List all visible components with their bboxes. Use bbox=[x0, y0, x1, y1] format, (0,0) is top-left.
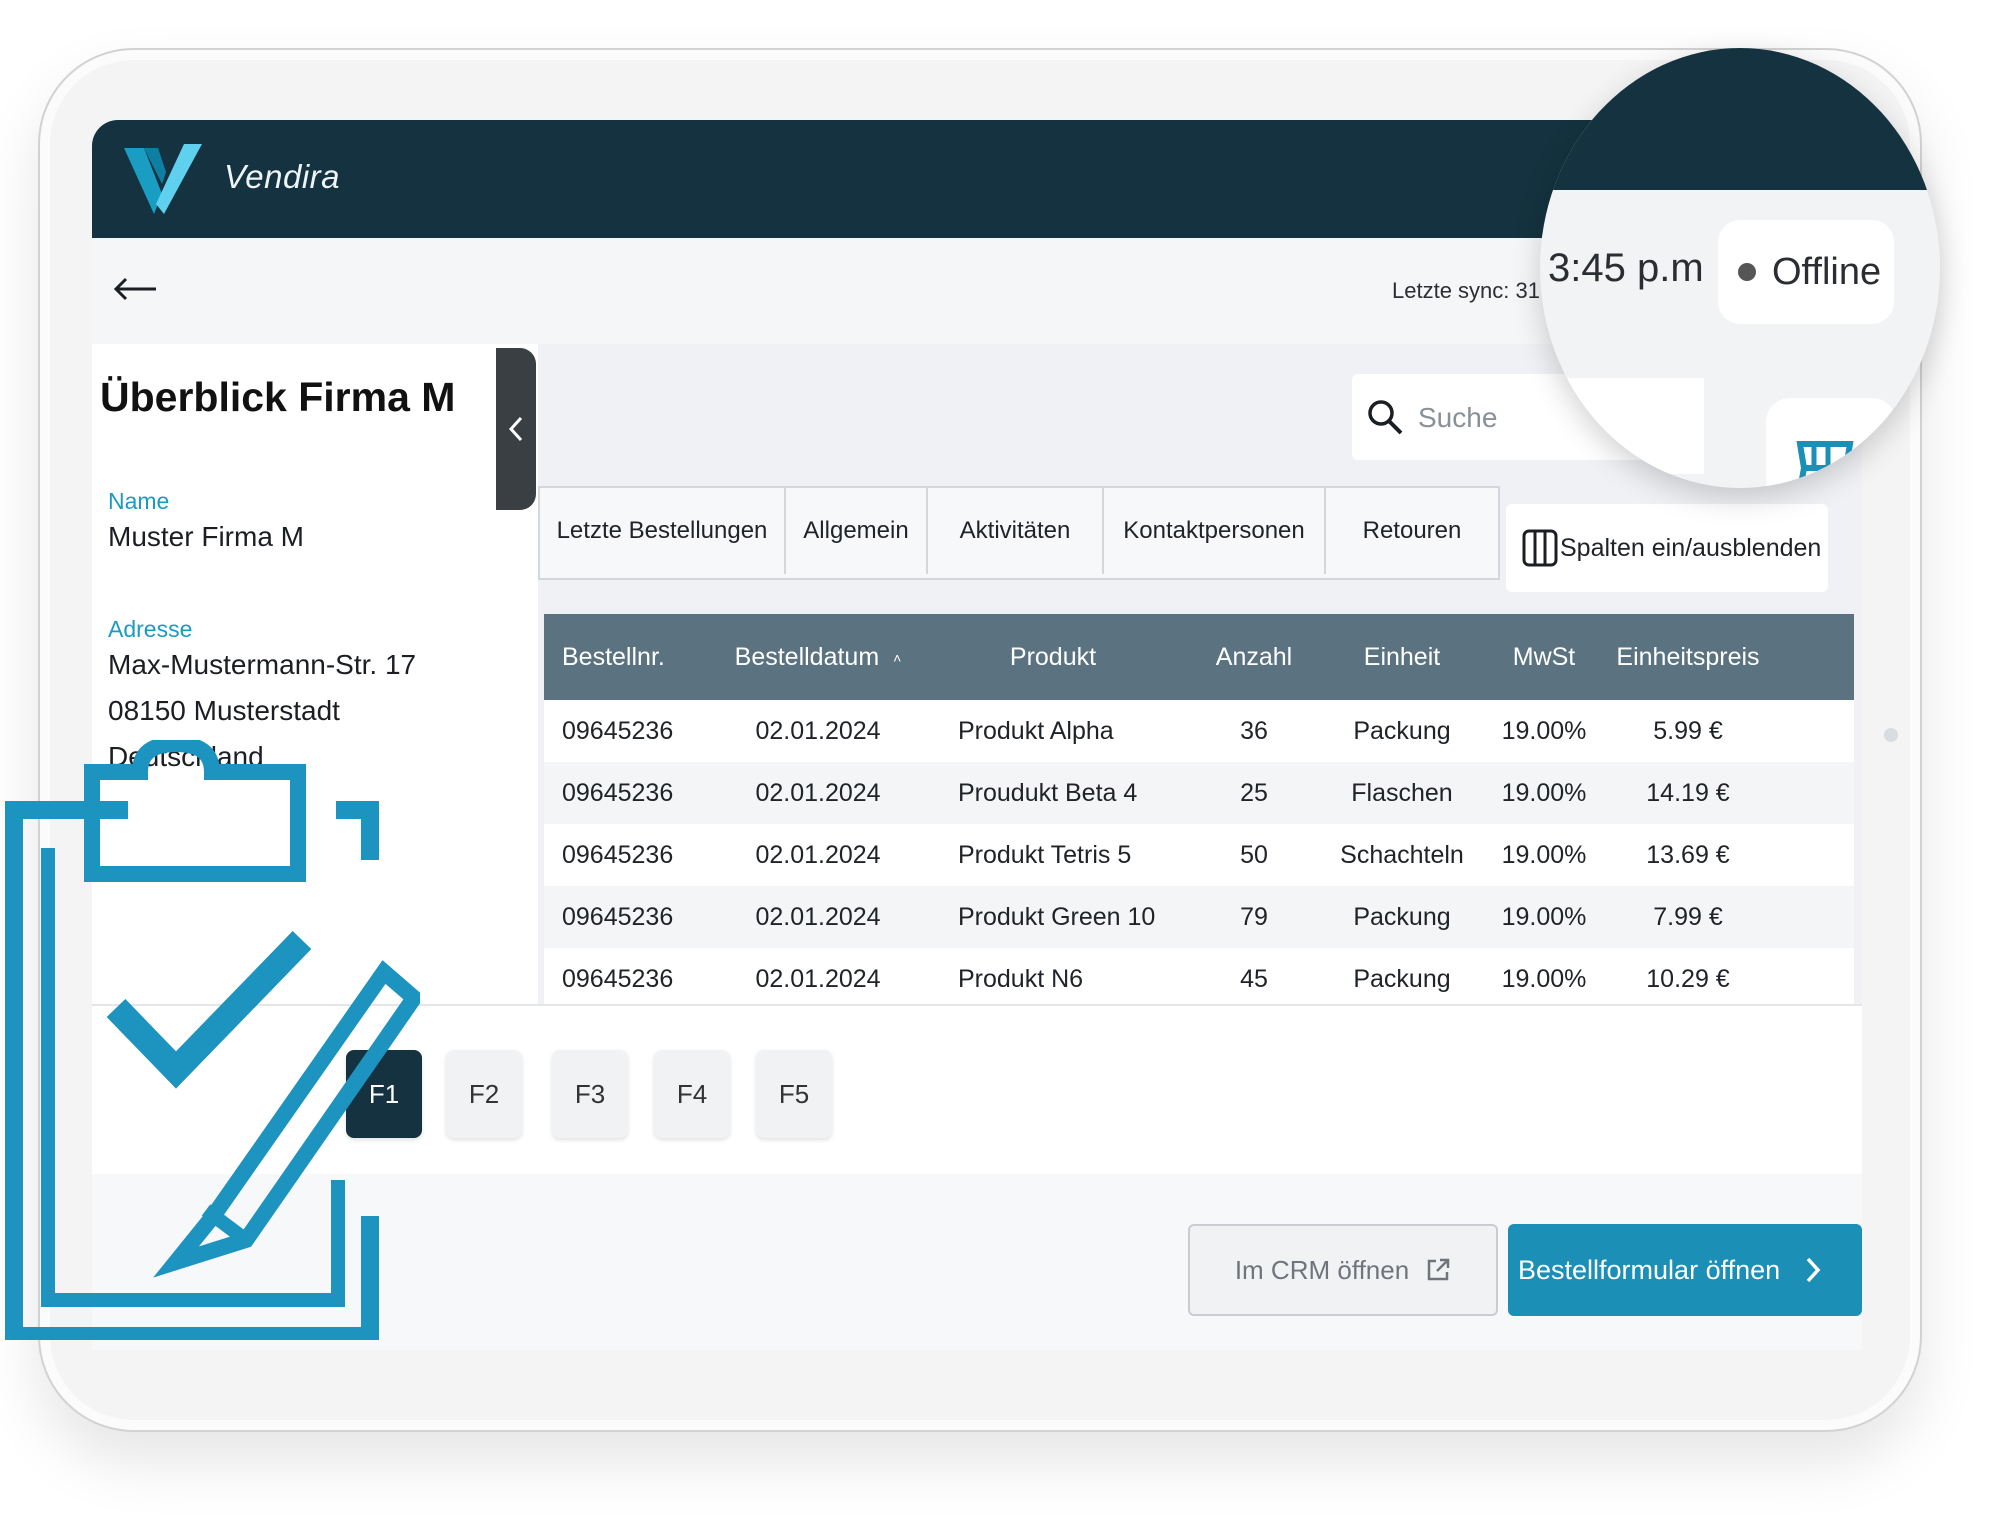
cell-mwst: 19.00% bbox=[1501, 964, 1587, 993]
clipboard-check-icon bbox=[5, 740, 420, 1340]
orders-table: Bestellnr. Bestelldatum ˄ Produkt Anzahl … bbox=[544, 614, 1854, 1010]
tablet-camera bbox=[1884, 728, 1898, 742]
chevron-right-icon bbox=[1806, 1257, 1821, 1283]
table-row[interactable]: 09645236 02.01.2024 Produkt Alpha 36 Pac… bbox=[544, 700, 1854, 762]
f5-key[interactable]: F5 bbox=[756, 1050, 832, 1138]
cell-anzahl: 45 bbox=[1240, 964, 1268, 993]
cell-produkt: Produkt Green 10 bbox=[958, 902, 1156, 931]
tab-aktivitaeten[interactable]: Aktivitäten bbox=[928, 488, 1104, 574]
cart-icon bbox=[1796, 441, 1854, 488]
cell-produkt: Produkt Tetris 5 bbox=[958, 840, 1132, 869]
page-title: Überblick Firma M bbox=[100, 374, 456, 420]
tab-letzte-bestellungen[interactable]: Letzte Bestellungen bbox=[540, 488, 786, 574]
magnified-top-bar bbox=[1540, 48, 1940, 190]
cell-bestelldatum: 02.01.2024 bbox=[755, 964, 881, 993]
back-arrow-icon[interactable] bbox=[112, 274, 158, 304]
cell-einheitspreis: 13.69 € bbox=[1646, 840, 1730, 869]
cell-einheit: Packung bbox=[1353, 716, 1451, 745]
cell-bestelldatum: 02.01.2024 bbox=[755, 716, 881, 745]
tab-bar: Letzte Bestellungen Allgemein Aktivitäte… bbox=[538, 486, 1500, 580]
cell-bestellnr: 09645236 bbox=[562, 840, 674, 869]
cell-bestelldatum: 02.01.2024 bbox=[755, 778, 881, 807]
header-anzahl[interactable]: Anzahl bbox=[1188, 643, 1320, 672]
name-label: Name bbox=[108, 488, 170, 514]
status-dot-icon bbox=[1738, 263, 1756, 281]
cell-bestellnr: 09645236 bbox=[562, 716, 674, 745]
cell-einheitspreis: 14.19 € bbox=[1646, 778, 1730, 807]
cell-einheit: Packung bbox=[1353, 902, 1451, 931]
columns-icon bbox=[1522, 529, 1558, 567]
toggle-columns-label: Spalten ein/ausblenden bbox=[1560, 533, 1822, 562]
header-produkt[interactable]: Produkt bbox=[918, 643, 1188, 672]
header-bestelldatum[interactable]: Bestelldatum ˄ bbox=[718, 643, 918, 672]
app-name: Vendira bbox=[224, 158, 341, 195]
cell-mwst: 19.00% bbox=[1501, 778, 1587, 807]
header-einheit[interactable]: Einheit bbox=[1320, 643, 1484, 672]
chevron-left-icon bbox=[508, 416, 523, 442]
vendira-logo-icon bbox=[124, 144, 202, 214]
f2-key[interactable]: F2 bbox=[446, 1050, 522, 1138]
open-order-form-label: Bestellformular öffnen bbox=[1518, 1254, 1781, 1285]
clock-time: 3:45 p.m bbox=[1548, 246, 1704, 290]
cell-anzahl: 36 bbox=[1240, 716, 1268, 745]
cell-einheitspreis: 7.99 € bbox=[1653, 902, 1723, 931]
table-header: Bestellnr. Bestelldatum ˄ Produkt Anzahl … bbox=[544, 614, 1854, 700]
search-icon bbox=[1368, 400, 1403, 435]
panel-collapse-handle[interactable] bbox=[496, 348, 536, 510]
external-link-icon bbox=[1427, 1258, 1450, 1281]
header-mwst[interactable]: MwSt bbox=[1484, 643, 1604, 672]
cell-anzahl: 79 bbox=[1240, 902, 1268, 931]
cell-bestellnr: 09645236 bbox=[562, 778, 674, 807]
cell-bestelldatum: 02.01.2024 bbox=[755, 840, 881, 869]
cell-mwst: 19.00% bbox=[1501, 716, 1587, 745]
f4-key[interactable]: F4 bbox=[654, 1050, 730, 1138]
cell-produkt: Produkt N6 bbox=[958, 964, 1084, 993]
f3-key[interactable]: F3 bbox=[552, 1050, 628, 1138]
header-einheitspreis[interactable]: Einheitspreis bbox=[1604, 643, 1772, 672]
cell-anzahl: 50 bbox=[1240, 840, 1268, 869]
cell-einheitspreis: 10.29 € bbox=[1646, 964, 1730, 993]
table-row[interactable]: 09645236 02.01.2024 Produkt N6 45 Packun… bbox=[544, 948, 1854, 1010]
cell-einheitspreis: 5.99 € bbox=[1653, 716, 1723, 745]
open-in-crm-label: Im CRM öffnen bbox=[1234, 1254, 1410, 1285]
connection-status-text: Offline bbox=[1772, 250, 1882, 293]
address-line-1: Max-Mustermann-Str. 17 bbox=[108, 649, 417, 680]
toggle-columns-button[interactable]: Spalten ein/ausblenden bbox=[1506, 504, 1828, 592]
tab-kontaktpersonen[interactable]: Kontaktpersonen bbox=[1104, 488, 1326, 574]
cell-anzahl: 25 bbox=[1240, 778, 1268, 807]
cell-einheit: Packung bbox=[1353, 964, 1451, 993]
status-magnifier: 3:45 p.m Offline bbox=[1540, 48, 1940, 488]
table-row[interactable]: 09645236 02.01.2024 Proudukt Beta 4 25 F… bbox=[544, 762, 1854, 824]
table-row[interactable]: 09645236 02.01.2024 Produkt Tetris 5 50 … bbox=[544, 824, 1854, 886]
tab-retouren[interactable]: Retouren bbox=[1326, 488, 1498, 574]
name-value: Muster Firma M bbox=[108, 521, 304, 552]
tab-allgemein[interactable]: Allgemein bbox=[786, 488, 928, 574]
cell-einheit: Flaschen bbox=[1351, 778, 1453, 807]
open-in-crm-button[interactable]: Im CRM öffnen bbox=[1188, 1224, 1498, 1316]
cell-mwst: 19.00% bbox=[1501, 902, 1587, 931]
cell-mwst: 19.00% bbox=[1501, 840, 1587, 869]
header-bestelldatum-label: Bestelldatum bbox=[734, 642, 880, 671]
magnified-search-box bbox=[1540, 378, 1704, 474]
open-order-form-button[interactable]: Bestellformular öffnen bbox=[1508, 1224, 1862, 1316]
cell-bestellnr: 09645236 bbox=[562, 964, 674, 993]
cell-bestellnr: 09645236 bbox=[562, 902, 674, 931]
cell-einheit: Schachteln bbox=[1340, 840, 1464, 869]
header-bestellnr[interactable]: Bestellnr. bbox=[544, 643, 718, 672]
address-label: Adresse bbox=[108, 616, 193, 642]
cell-produkt: Proudukt Beta 4 bbox=[958, 778, 1138, 807]
address-line-2: 08150 Musterstadt bbox=[108, 695, 340, 726]
sort-icon[interactable]: ˄ bbox=[893, 650, 901, 666]
last-sync-text: Letzte sync: 31. bbox=[1392, 278, 1547, 303]
connection-status-badge: Offline bbox=[1718, 220, 1894, 324]
table-row[interactable]: 09645236 02.01.2024 Produkt Green 10 79 … bbox=[544, 886, 1854, 948]
magnified-action-card bbox=[1766, 398, 1896, 488]
cell-produkt: Produkt Alpha bbox=[958, 716, 1114, 745]
cell-bestelldatum: 02.01.2024 bbox=[755, 902, 881, 931]
